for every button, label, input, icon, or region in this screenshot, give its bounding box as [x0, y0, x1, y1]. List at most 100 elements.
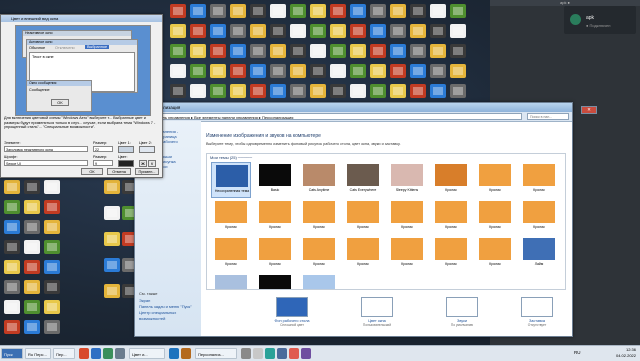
- desktop-icon[interactable]: [170, 64, 186, 78]
- theme-tile[interactable]: Кролик: [387, 236, 427, 272]
- desktop-icon[interactable]: [430, 64, 446, 78]
- font-select[interactable]: Segoe UI: [4, 160, 88, 166]
- explorer-icon[interactable]: [91, 348, 101, 359]
- desktop-icon[interactable]: [190, 44, 206, 58]
- appearance-option[interactable]: Заставка Отсутствует: [512, 297, 562, 327]
- theme-tile[interactable]: Кролик: [387, 199, 427, 235]
- desktop-icon[interactable]: [24, 200, 40, 214]
- desktop-icon[interactable]: [350, 64, 366, 78]
- theme-tile[interactable]: Кролик: [255, 199, 295, 235]
- desktop-icon[interactable]: [250, 44, 266, 58]
- desktop-icon[interactable]: [390, 84, 406, 98]
- desktop-icon[interactable]: [4, 180, 20, 194]
- desktop-icon[interactable]: [270, 84, 286, 98]
- taskbar-item-5[interactable]: Персонализ...: [195, 348, 237, 359]
- desktop-icon[interactable]: [410, 64, 426, 78]
- desktop-icon[interactable]: [104, 206, 120, 220]
- apply-button[interactable]: Примен...: [135, 168, 159, 175]
- clock[interactable]: 12:36 04.02.2022: [616, 347, 636, 359]
- desktop-icon[interactable]: [4, 200, 20, 214]
- desktop-icon[interactable]: [390, 4, 406, 18]
- desktop-icon[interactable]: [330, 84, 346, 98]
- desktop-icon[interactable]: [450, 4, 466, 18]
- desktop-icon[interactable]: [270, 44, 286, 58]
- desktop-icon[interactable]: [210, 44, 226, 58]
- app-icon-5[interactable]: [253, 348, 263, 359]
- see-also-link[interactable]: Панель задач и меню "Пуск": [139, 304, 192, 309]
- theme-tile[interactable]: Кролик: [431, 199, 471, 235]
- desktop-icon[interactable]: [450, 84, 466, 98]
- desktop-icon[interactable]: [4, 280, 20, 294]
- theme-list[interactable]: Мои темы (25) ───── Несохраненная тема Ba…: [206, 153, 566, 290]
- desktop-icon[interactable]: [410, 4, 426, 18]
- desktop-icon[interactable]: [370, 64, 386, 78]
- desktop-icon[interactable]: [44, 260, 60, 274]
- desktop-icon[interactable]: [370, 84, 386, 98]
- desktop-icon[interactable]: [450, 44, 466, 58]
- desktop-icon[interactable]: [390, 44, 406, 58]
- desktop-icon[interactable]: [190, 24, 206, 38]
- desktop-icon[interactable]: [44, 240, 60, 254]
- size-field[interactable]: 22: [93, 146, 113, 152]
- search-input[interactable]: Поиск в пан...: [527, 113, 569, 120]
- close-button[interactable]: ✕: [581, 106, 597, 114]
- desktop-icon[interactable]: [310, 64, 326, 78]
- desktop-icon[interactable]: [250, 64, 266, 78]
- desktop-icon[interactable]: [310, 4, 326, 18]
- theme-tile[interactable]: Лайм: [519, 236, 559, 272]
- desktop-icon[interactable]: [290, 84, 306, 98]
- desktop-icon[interactable]: [104, 180, 120, 194]
- color2-picker[interactable]: [139, 146, 155, 153]
- desktop-icon[interactable]: [210, 24, 226, 38]
- desktop-icon[interactable]: [104, 232, 120, 246]
- theme-tile[interactable]: Кролик: [519, 199, 559, 235]
- taskbar-item-3[interactable]: Цвет и...: [129, 348, 165, 359]
- desktop-icon[interactable]: [44, 220, 60, 234]
- desktop-icon[interactable]: [230, 4, 246, 18]
- desktop-icon[interactable]: [104, 284, 120, 298]
- desktop-icon[interactable]: [44, 300, 60, 314]
- desktop-icon[interactable]: [330, 4, 346, 18]
- desktop-icon[interactable]: [4, 220, 20, 234]
- theme-tile[interactable]: Кролик: [211, 199, 251, 235]
- desktop-icon[interactable]: [24, 280, 40, 294]
- color1-picker[interactable]: [118, 146, 134, 153]
- font-size-field[interactable]: 9: [93, 160, 113, 166]
- desktop-icon[interactable]: [330, 24, 346, 38]
- desktop-icon[interactable]: [24, 320, 40, 334]
- breadcrumb[interactable]: ▸ Панель управления ▸ Все элементы панел…: [147, 113, 522, 120]
- desktop-icon[interactable]: [44, 180, 60, 194]
- chrome-icon[interactable]: [79, 348, 89, 359]
- desktop-icon[interactable]: [170, 84, 186, 98]
- desktop-icon[interactable]: [170, 24, 186, 38]
- cancel-button[interactable]: Отмена: [107, 168, 131, 175]
- theme-tile[interactable]: Несохраненная тема: [211, 162, 251, 198]
- desktop-icon[interactable]: [290, 64, 306, 78]
- desktop-icon[interactable]: [44, 280, 60, 294]
- word-icon[interactable]: [169, 348, 179, 359]
- taskbar-item-2[interactable]: Пер...: [53, 348, 75, 359]
- see-also-link[interactable]: Экран: [139, 298, 150, 303]
- desktop-icon[interactable]: [24, 240, 40, 254]
- desktop-icon[interactable]: [270, 24, 286, 38]
- desktop-icon[interactable]: [290, 24, 306, 38]
- theme-tile[interactable]: Кролик: [475, 199, 515, 235]
- desktop-icon[interactable]: [450, 24, 466, 38]
- desktop-icon[interactable]: [4, 320, 20, 334]
- desktop-icon[interactable]: [24, 220, 40, 234]
- desktop-icon[interactable]: [330, 64, 346, 78]
- desktop-icon[interactable]: [170, 44, 186, 58]
- desktop-icon[interactable]: [210, 64, 226, 78]
- remote-user-card[interactable]: apk ● Подключен: [564, 6, 636, 34]
- app-icon-9[interactable]: [301, 348, 311, 359]
- theme-tile[interactable]: Кролик: [475, 236, 515, 272]
- desktop-icon[interactable]: [330, 44, 346, 58]
- language-indicator[interactable]: RU: [574, 350, 581, 355]
- desktop-icon[interactable]: [370, 44, 386, 58]
- theme-tile[interactable]: Олесуми: [299, 273, 339, 289]
- appearance-option[interactable]: Звуки По умолчанию: [437, 297, 487, 327]
- app-icon-4[interactable]: [241, 348, 251, 359]
- desktop-icon[interactable]: [24, 300, 40, 314]
- app-icon-7[interactable]: [277, 348, 287, 359]
- desktop-icon[interactable]: [230, 84, 246, 98]
